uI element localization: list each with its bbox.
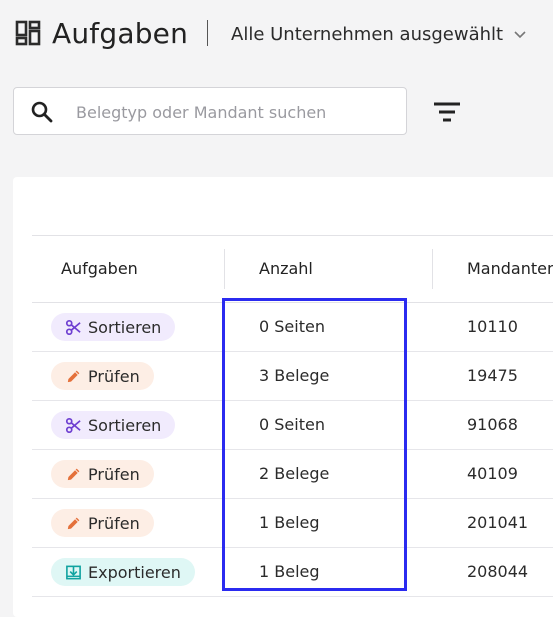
column-header-anzahl[interactable]: Anzahl [259, 236, 313, 302]
column-separator [224, 249, 225, 289]
task-chip-sort[interactable]: Sortieren [51, 313, 176, 341]
chevron-down-icon [514, 31, 526, 39]
page-title: Aufgaben [52, 17, 189, 50]
search-icon [31, 101, 53, 123]
company-selector[interactable]: Alle Unternehmen ausgewählt [231, 20, 527, 48]
filter-icon[interactable] [432, 99, 462, 125]
tasks-card: Aufgaben Anzahl Mandanten Sortieren 0 Sei… [13, 177, 553, 617]
table-body: Sortieren 0 Seiten 10110 Prüfen 3 Belege 1947… [32, 303, 553, 597]
company-selector-label: Alle Unternehmen ausgewählt [231, 23, 504, 45]
count-cell: 3 Belege [259, 366, 330, 385]
column-header-mandanten[interactable]: Mandanten [467, 236, 553, 302]
pencil-icon [65, 368, 82, 385]
client-cell: 40109 [467, 464, 518, 483]
task-chip-label: Sortieren [88, 415, 162, 435]
table-row[interactable]: Prüfen 3 Belege 19475 [32, 352, 553, 401]
count-cell: 0 Seiten [259, 415, 325, 434]
client-cell: 10110 [467, 317, 518, 336]
table-row[interactable]: Sortieren 0 Seiten 10110 [32, 303, 553, 352]
task-chip-check[interactable]: Prüfen [51, 509, 154, 537]
count-cell: 1 Beleg [259, 513, 320, 532]
table-row[interactable]: Prüfen 1 Beleg 201041 [32, 499, 553, 548]
client-cell: 19475 [467, 366, 518, 385]
column-separator [432, 249, 433, 289]
task-chip-label: Exportieren [88, 562, 181, 582]
top-header: Aufgaben Alle Unternehmen ausgewählt [0, 0, 553, 70]
task-chip-check[interactable]: Prüfen [51, 362, 154, 390]
table-row[interactable]: Sortieren 0 Seiten 91068 [32, 401, 553, 450]
count-cell: 0 Seiten [259, 317, 325, 336]
table-row[interactable]: Exportieren 1 Beleg 208044 [32, 548, 553, 597]
scissors-icon [65, 319, 82, 336]
task-chip-label: Prüfen [88, 366, 140, 386]
client-cell: 208044 [467, 562, 529, 581]
scissors-icon [65, 417, 82, 434]
task-chip-check[interactable]: Prüfen [51, 460, 154, 488]
column-header-aufgaben[interactable]: Aufgaben [61, 236, 138, 302]
pencil-icon [65, 515, 82, 532]
pencil-icon [65, 466, 82, 483]
task-chip-sort[interactable]: Sortieren [51, 411, 176, 439]
task-chip-label: Prüfen [88, 464, 140, 484]
table-header: Aufgaben Anzahl Mandanten [32, 235, 553, 303]
count-cell: 1 Beleg [259, 562, 320, 581]
search-input[interactable] [74, 96, 398, 128]
count-cell: 2 Belege [259, 464, 330, 483]
header-divider [207, 20, 208, 46]
task-chip-label: Prüfen [88, 513, 140, 533]
dashboard-grid-icon[interactable] [15, 20, 41, 46]
table-row[interactable]: Prüfen 2 Belege 40109 [32, 450, 553, 499]
task-chip-export[interactable]: Exportieren [51, 558, 195, 586]
task-chip-label: Sortieren [88, 317, 162, 337]
tasks-table: Aufgaben Anzahl Mandanten Sortieren 0 Sei… [32, 235, 553, 597]
search-box[interactable] [13, 87, 407, 135]
client-cell: 201041 [467, 513, 529, 532]
export-download-icon [65, 564, 82, 581]
client-cell: 91068 [467, 415, 518, 434]
